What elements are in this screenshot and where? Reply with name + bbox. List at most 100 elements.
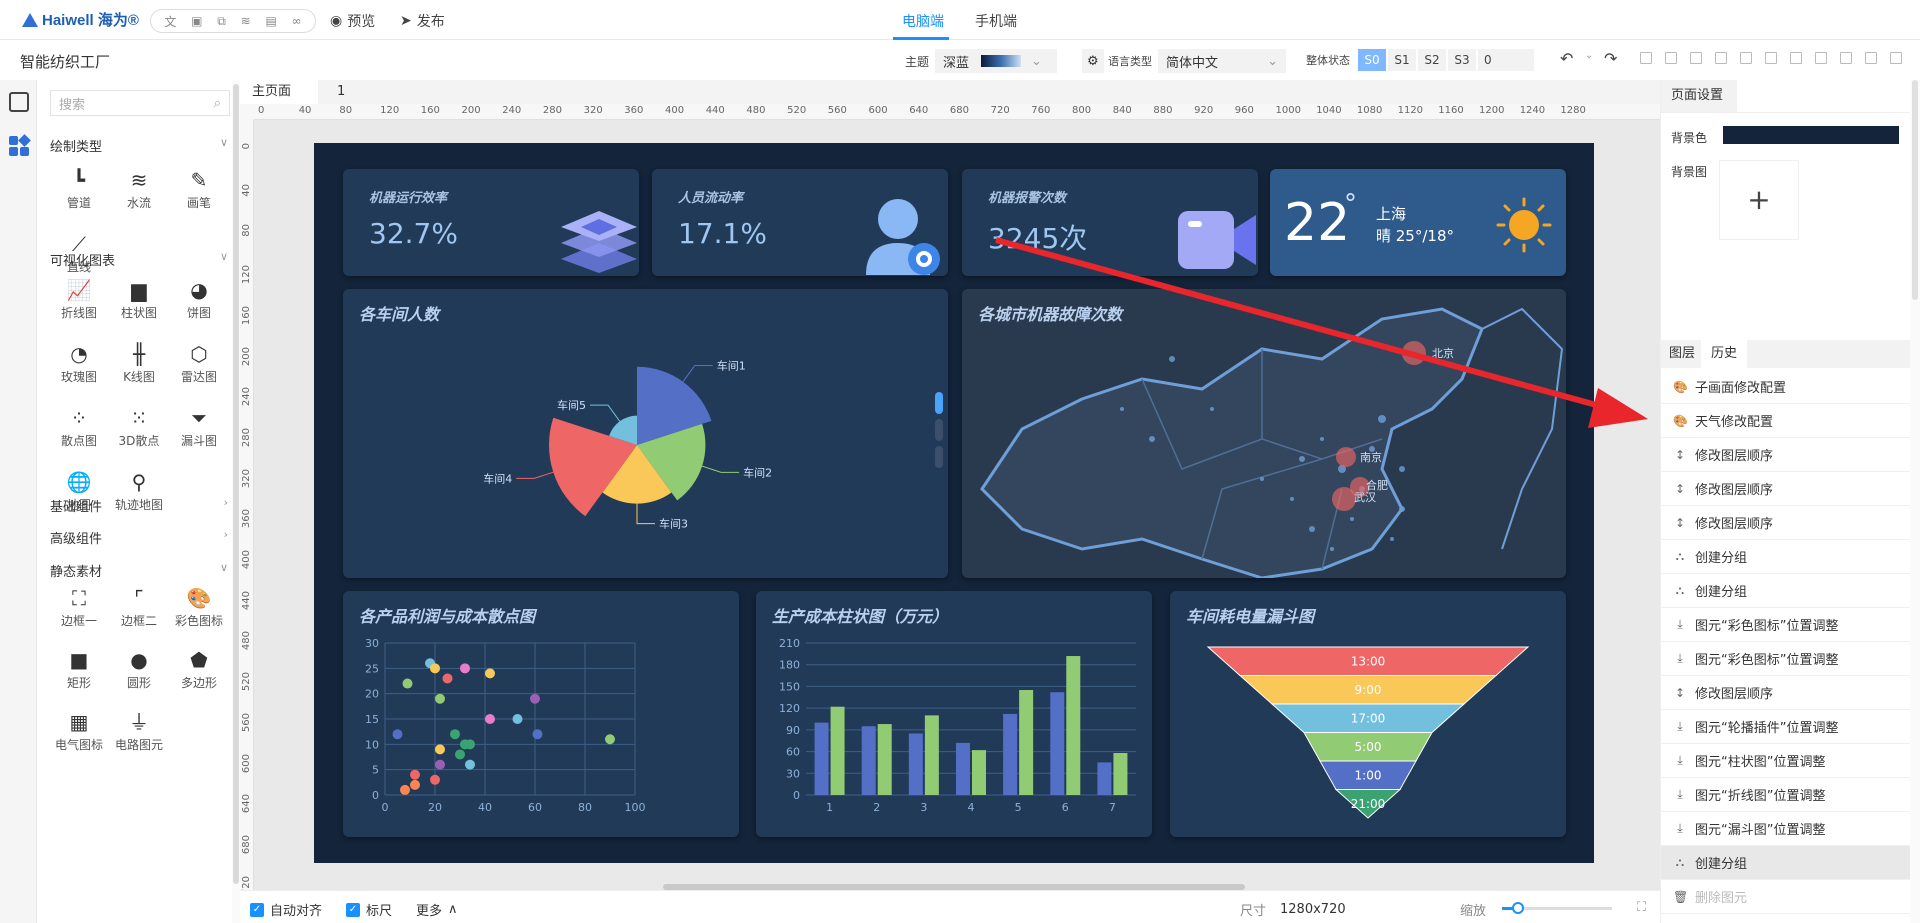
layers-icon[interactable]: ≋ bbox=[241, 14, 251, 28]
theme-select[interactable]: 深蓝 ⌄ bbox=[935, 49, 1058, 73]
tab-page-1[interactable]: 1 bbox=[325, 80, 357, 104]
tool-brush[interactable]: ✎ 画笔 bbox=[174, 166, 224, 211]
tool-scatter[interactable]: ⁘ 散点图 bbox=[54, 404, 104, 449]
state-s2[interactable]: S2 bbox=[1418, 49, 1446, 71]
history-item[interactable]: ⛬ 创建分组 bbox=[1661, 574, 1911, 608]
section-charts[interactable]: 可视化图表 ∨ bbox=[50, 250, 228, 269]
link-icon[interactable]: ∞ bbox=[292, 14, 302, 28]
scatter-chart-card[interactable]: 各产品利润与成本散点图 0 5 10 15 20 25 30 0 20 40 60 80 100 bbox=[343, 591, 739, 837]
bg-color-swatch[interactable] bbox=[1723, 126, 1899, 144]
right-panel-scrollbar[interactable] bbox=[1910, 80, 1920, 923]
pie-chart-card[interactable]: 各车间人数 车间1 车间2 车间3 车间4 车间5 bbox=[343, 289, 948, 578]
text-icon[interactable]: 文 bbox=[164, 13, 176, 30]
carousel-dot-active[interactable] bbox=[935, 392, 943, 414]
redo-icon[interactable]: ↷ bbox=[1604, 49, 1617, 68]
tool-candlestick[interactable]: ╫ K线图 bbox=[114, 340, 164, 385]
weather-card[interactable]: 22 ° 上海 晴 25°/18° bbox=[1270, 169, 1566, 276]
distribute-v-icon[interactable] bbox=[1815, 52, 1827, 64]
tool-border-2[interactable]: ⌜ 边框二 bbox=[114, 584, 164, 629]
align-right-icon[interactable] bbox=[1715, 52, 1727, 64]
state-s0[interactable]: S0 bbox=[1358, 49, 1386, 71]
tool-pipe[interactable]: ┗ 管道 bbox=[54, 166, 104, 211]
search-input[interactable]: 搜索 ⌕ bbox=[50, 90, 230, 116]
align-vcenter-icon[interactable] bbox=[1765, 52, 1777, 64]
tool-scatter-3d[interactable]: ⁙ 3D散点 bbox=[114, 404, 164, 449]
history-item[interactable]: 🗑 删除图元 bbox=[1661, 880, 1911, 914]
pages-icon[interactable] bbox=[9, 92, 29, 112]
same-size-icon[interactable] bbox=[1890, 52, 1902, 64]
document-icon[interactable]: ▤ bbox=[265, 14, 276, 28]
publish-button[interactable]: ➤ 发布 bbox=[400, 11, 445, 31]
tab-mobile[interactable]: 手机端 bbox=[975, 11, 1017, 31]
undo-dropdown-icon[interactable]: ⌄ bbox=[1585, 50, 1593, 61]
tool-radar[interactable]: ⬡ 雷达图 bbox=[174, 340, 224, 385]
tool-pie-chart[interactable]: ◕ 饼图 bbox=[174, 276, 224, 321]
history-item[interactable]: ⤓ 图元“柱状图”位置调整 bbox=[1661, 744, 1911, 778]
history-item[interactable]: ⤓ 图元“折线图”位置调整 bbox=[1661, 778, 1911, 812]
state-input[interactable]: 0 bbox=[1478, 49, 1534, 71]
bar-chart-card[interactable]: 生产成本柱状图（万元） 0 30 60 90 120 150 180 210 1 2 3 4 5 6 7 bbox=[756, 591, 1152, 837]
tool-border-1[interactable]: ⛶ 边框一 bbox=[54, 584, 104, 629]
tool-line-chart[interactable]: 📈 折线图 bbox=[54, 276, 104, 321]
history-item[interactable]: ↕ 修改图层顺序 bbox=[1661, 506, 1911, 540]
language-select[interactable]: 简体中文 ⌄ bbox=[1158, 49, 1286, 73]
kpi-card-turnover[interactable]: 人员流动率 17.1% bbox=[652, 169, 948, 276]
tool-circuit[interactable]: ⏚ 电路图元 bbox=[114, 708, 164, 753]
section-advanced[interactable]: 高级组件 › bbox=[50, 528, 228, 547]
distribute-h-icon[interactable] bbox=[1790, 52, 1802, 64]
undo-icon[interactable]: ↶ bbox=[1560, 49, 1573, 68]
funnel-chart-card[interactable]: 车间耗电量漏斗图 13:00 9:00 17:00 5:00 1:00 21:00 bbox=[1170, 591, 1566, 837]
tool-funnel[interactable]: ⏷ 漏斗图 bbox=[174, 404, 224, 449]
variable-icon[interactable]: ⧉ bbox=[217, 14, 226, 29]
tool-rose-chart[interactable]: ◔ 玫瑰图 bbox=[54, 340, 104, 385]
tool-circle[interactable]: ● 圆形 bbox=[114, 646, 164, 691]
section-static[interactable]: 静态素材 ∨ bbox=[50, 561, 228, 580]
carousel-dot[interactable] bbox=[935, 419, 943, 441]
map-card[interactable]: 北京 南京 合肥 武汉 各城市机器故障次数 bbox=[962, 289, 1566, 578]
history-item[interactable]: ⤓ 图元“彩色图标”位置调整 bbox=[1661, 608, 1911, 642]
align-hcenter-icon[interactable] bbox=[1740, 52, 1752, 64]
section-draw[interactable]: 绘制类型 ∨ bbox=[50, 136, 228, 155]
tab-desktop[interactable]: 电脑端 bbox=[902, 11, 944, 31]
kpi-card-alarms[interactable]: 机器报警次数 3245次 bbox=[962, 169, 1258, 276]
tool-polygon[interactable]: ⬟ 多边形 bbox=[174, 646, 224, 691]
zoom-slider-handle[interactable] bbox=[1512, 902, 1524, 914]
history-item[interactable]: ⤓ 图元“漏斗图”位置调整 bbox=[1661, 812, 1911, 846]
tab-page-settings[interactable]: 页面设置 bbox=[1661, 80, 1737, 112]
section-basic[interactable]: 基础组件 › bbox=[50, 496, 228, 515]
history-item[interactable]: ⛬ 创建分组 bbox=[1661, 846, 1911, 880]
tool-electric-icon[interactable]: ▦ 电气图标 bbox=[54, 708, 104, 753]
gear-icon[interactable]: ⚙ bbox=[1082, 49, 1104, 73]
carousel-dot[interactable] bbox=[935, 446, 943, 468]
history-item[interactable]: ⤓ 图元“轮播插件”位置调整 bbox=[1661, 710, 1911, 744]
state-s3[interactable]: S3 bbox=[1448, 49, 1476, 71]
tab-history[interactable]: 历史 bbox=[1701, 340, 1748, 368]
tool-bar-chart[interactable]: ▆ 柱状图 bbox=[114, 276, 164, 321]
image-icon[interactable]: ▣ bbox=[191, 14, 202, 28]
left-panel-scrollbar[interactable] bbox=[232, 80, 240, 923]
history-item[interactable]: ⤓ 图元“彩色图标”位置调整 bbox=[1661, 642, 1911, 676]
fit-screen-icon[interactable]: ⛶ bbox=[1637, 900, 1646, 915]
history-item[interactable]: 🎨 子画面修改配置 bbox=[1661, 370, 1911, 404]
align-bottom-icon[interactable] bbox=[1665, 52, 1677, 64]
tab-main-page[interactable]: 主页面✕ bbox=[240, 80, 318, 123]
auto-align-checkbox[interactable]: ✓ 自动对齐 bbox=[250, 900, 322, 919]
components-icon[interactable] bbox=[9, 134, 31, 156]
ruler-checkbox[interactable]: ✓ 标尺 bbox=[346, 900, 392, 919]
align-left-icon[interactable] bbox=[1640, 52, 1652, 64]
history-item[interactable]: 🎨 天气修改配置 bbox=[1661, 404, 1911, 438]
preview-button[interactable]: ◉ 预览 bbox=[330, 11, 375, 31]
tool-color-icon[interactable]: 🎨 彩色图标 bbox=[174, 584, 224, 629]
tool-rectangle[interactable]: ■ 矩形 bbox=[54, 646, 104, 691]
same-width-icon[interactable] bbox=[1840, 52, 1852, 64]
history-item[interactable]: ↕ 修改图层顺序 bbox=[1661, 438, 1911, 472]
kpi-card-efficiency[interactable]: 机器运行效率 32.7% bbox=[343, 169, 639, 276]
state-s1[interactable]: S1 bbox=[1388, 49, 1416, 71]
align-top-icon[interactable] bbox=[1690, 52, 1702, 64]
history-item[interactable]: ↕ 修改图层顺序 bbox=[1661, 676, 1911, 710]
more-button[interactable]: 更多 ∧ bbox=[416, 900, 458, 919]
tab-layers[interactable]: 图层 bbox=[1661, 340, 1704, 368]
upload-bg-image-button[interactable]: + bbox=[1719, 160, 1799, 240]
same-height-icon[interactable] bbox=[1865, 52, 1877, 64]
history-item[interactable]: ↕ 修改图层顺序 bbox=[1661, 472, 1911, 506]
